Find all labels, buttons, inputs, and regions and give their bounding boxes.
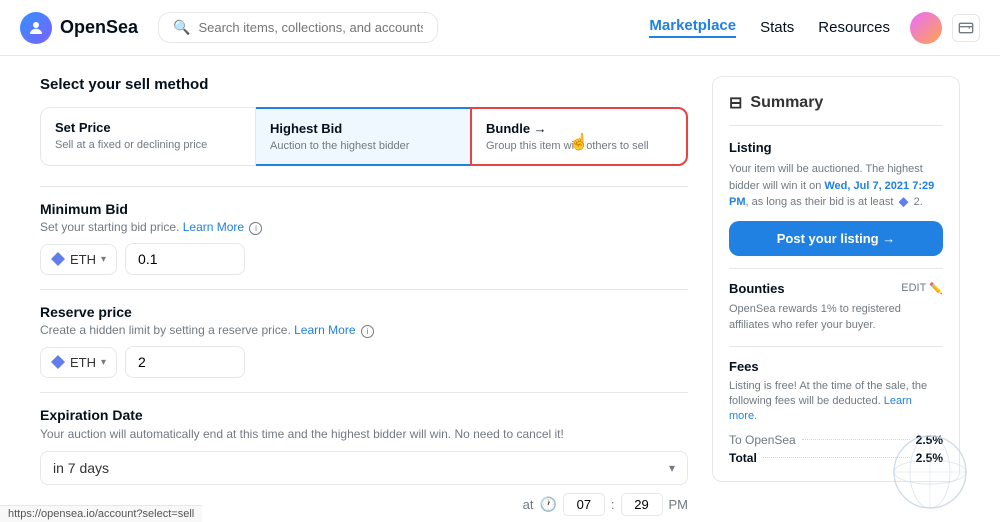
listing-section: Listing Your item will be auctioned. The… — [729, 140, 943, 269]
fees-title: Fees — [729, 359, 943, 374]
expiration-desc: Your auction will automatically end at t… — [40, 426, 688, 443]
reserve-price-label: Reserve price — [40, 304, 688, 320]
edit-button[interactable]: EDIT ✏️ — [901, 282, 943, 295]
summary-title: Summary — [750, 94, 823, 112]
eth-selector-reserve[interactable]: ETH ▾ — [40, 347, 117, 378]
logo-icon — [20, 12, 52, 44]
to-opensea-label: To OpenSea — [729, 433, 796, 447]
header: OpenSea 🔍 Marketplace Stats Resources — [0, 0, 1000, 56]
method-title: Highest Bid — [270, 121, 456, 136]
bounties-header-row: Bounties EDIT ✏️ — [729, 281, 943, 296]
left-panel: Select your sell method Set Price Sell a… — [40, 76, 688, 502]
search-bar[interactable]: 🔍 — [158, 12, 438, 43]
reserve-learn-more[interactable]: Learn More — [294, 323, 355, 337]
search-icon: 🔍 — [173, 19, 190, 36]
reserve-price-desc: Create a hidden limit by setting a reser… — [40, 323, 688, 338]
expiration-label: Expiration Date — [40, 407, 688, 423]
chevron-down-icon-2: ▾ — [101, 357, 106, 368]
main-nav: Marketplace Stats Resources — [649, 17, 890, 38]
info-icon: i — [249, 222, 262, 235]
eth-diamond-icon — [51, 252, 65, 266]
reserve-price-input[interactable] — [125, 346, 245, 378]
status-bar: https://opensea.io/account?select=sell — [0, 505, 202, 522]
wallet-button[interactable] — [952, 14, 980, 42]
minimum-bid-input[interactable] — [125, 243, 245, 275]
fees-desc: Listing is free! At the time of the sale… — [729, 379, 943, 425]
time-minute-input[interactable] — [621, 493, 663, 516]
time-period: PM — [669, 497, 689, 512]
post-listing-label: Post your listing → — [777, 231, 895, 246]
minimum-bid-learn-more[interactable]: Learn More — [183, 220, 244, 234]
post-listing-button[interactable]: Post your listing → — [729, 221, 943, 256]
method-set-price[interactable]: Set Price Sell at a fixed or declining p… — [40, 107, 256, 166]
minimum-bid-desc: Set your starting bid price. Learn More … — [40, 220, 688, 235]
method-highest-bid[interactable]: Highest Bid Auction to the highest bidde… — [256, 107, 470, 166]
eth-currency-2: ETH — [70, 355, 96, 370]
status-url: https://opensea.io/account?select=sell — [8, 508, 194, 520]
summary-card: ⊟ Summary Listing Your item will be auct… — [712, 76, 960, 482]
time-hour-input[interactable] — [563, 493, 605, 516]
sell-methods: Set Price Sell at a fixed or declining p… — [40, 107, 688, 166]
search-input[interactable] — [198, 20, 423, 35]
listing-min: 2 — [914, 196, 920, 208]
right-panel: ⊟ Summary Listing Your item will be auct… — [712, 76, 960, 502]
summary-icon: ⊟ — [729, 93, 742, 113]
cursor-indicator: ☝ — [569, 132, 589, 152]
nav-marketplace[interactable]: Marketplace — [649, 17, 736, 38]
reserve-info-icon: i — [361, 325, 374, 338]
listing-text: Your item will be auctioned. The highest… — [729, 161, 943, 211]
method-desc: Auction to the highest bidder — [270, 140, 456, 152]
eth-currency: ETH — [70, 252, 96, 267]
bounties-title: Bounties — [729, 281, 785, 296]
bounties-text: OpenSea rewards 1% to registered affilia… — [729, 301, 943, 334]
reserve-desc-text: Create a hidden limit by setting a reser… — [40, 323, 294, 337]
reserve-price-input-row: ETH ▾ — [40, 346, 688, 378]
wallet-icon — [958, 20, 974, 36]
avatar[interactable] — [910, 12, 942, 44]
listing-text-2: , as long as their bid is at least — [746, 196, 894, 208]
eth-small-icon — [899, 197, 909, 207]
expiration-date-field: Expiration Date Your auction will automa… — [40, 392, 688, 522]
edit-label: EDIT — [901, 282, 926, 294]
logo-text: OpenSea — [60, 17, 138, 38]
main-content: Select your sell method Set Price Sell a… — [0, 56, 1000, 522]
method-title: Set Price — [55, 120, 241, 135]
logo[interactable]: OpenSea — [20, 12, 138, 44]
edit-pencil-icon: ✏️ — [929, 282, 943, 295]
expiration-select[interactable]: in 7 days ▾ — [40, 451, 688, 485]
total-dotted-line — [763, 457, 910, 458]
header-actions — [910, 12, 980, 44]
total-label: Total — [729, 451, 757, 465]
listing-title: Listing — [729, 140, 943, 155]
eth-selector-bid[interactable]: ETH ▾ — [40, 244, 117, 275]
chevron-down-icon: ▾ — [101, 254, 106, 265]
minimum-bid-desc-text: Set your starting bid price. — [40, 220, 183, 234]
clock-icon: 🕐 — [539, 496, 556, 513]
minimum-bid-field: Minimum Bid Set your starting bid price.… — [40, 186, 688, 289]
bounties-section: Bounties EDIT ✏️ OpenSea rewards 1% to r… — [729, 281, 943, 347]
method-bundle[interactable]: Bundle → Group this item with others to … — [470, 107, 688, 166]
section-title: Select your sell method — [40, 76, 688, 93]
method-desc: Sell at a fixed or declining price — [55, 139, 241, 151]
nav-stats[interactable]: Stats — [760, 19, 794, 36]
time-separator: : — [611, 497, 615, 512]
summary-header: ⊟ Summary — [729, 93, 943, 126]
at-label: at — [523, 497, 534, 512]
expiration-value: in 7 days — [53, 460, 109, 476]
globe-decoration — [890, 432, 970, 512]
minimum-bid-input-row: ETH ▾ — [40, 243, 688, 275]
chevron-down-icon-3: ▾ — [669, 461, 675, 475]
reserve-price-field: Reserve price Create a hidden limit by s… — [40, 289, 688, 392]
eth-diamond-icon-2 — [51, 355, 65, 369]
minimum-bid-label: Minimum Bid — [40, 201, 688, 217]
nav-resources[interactable]: Resources — [818, 19, 890, 36]
